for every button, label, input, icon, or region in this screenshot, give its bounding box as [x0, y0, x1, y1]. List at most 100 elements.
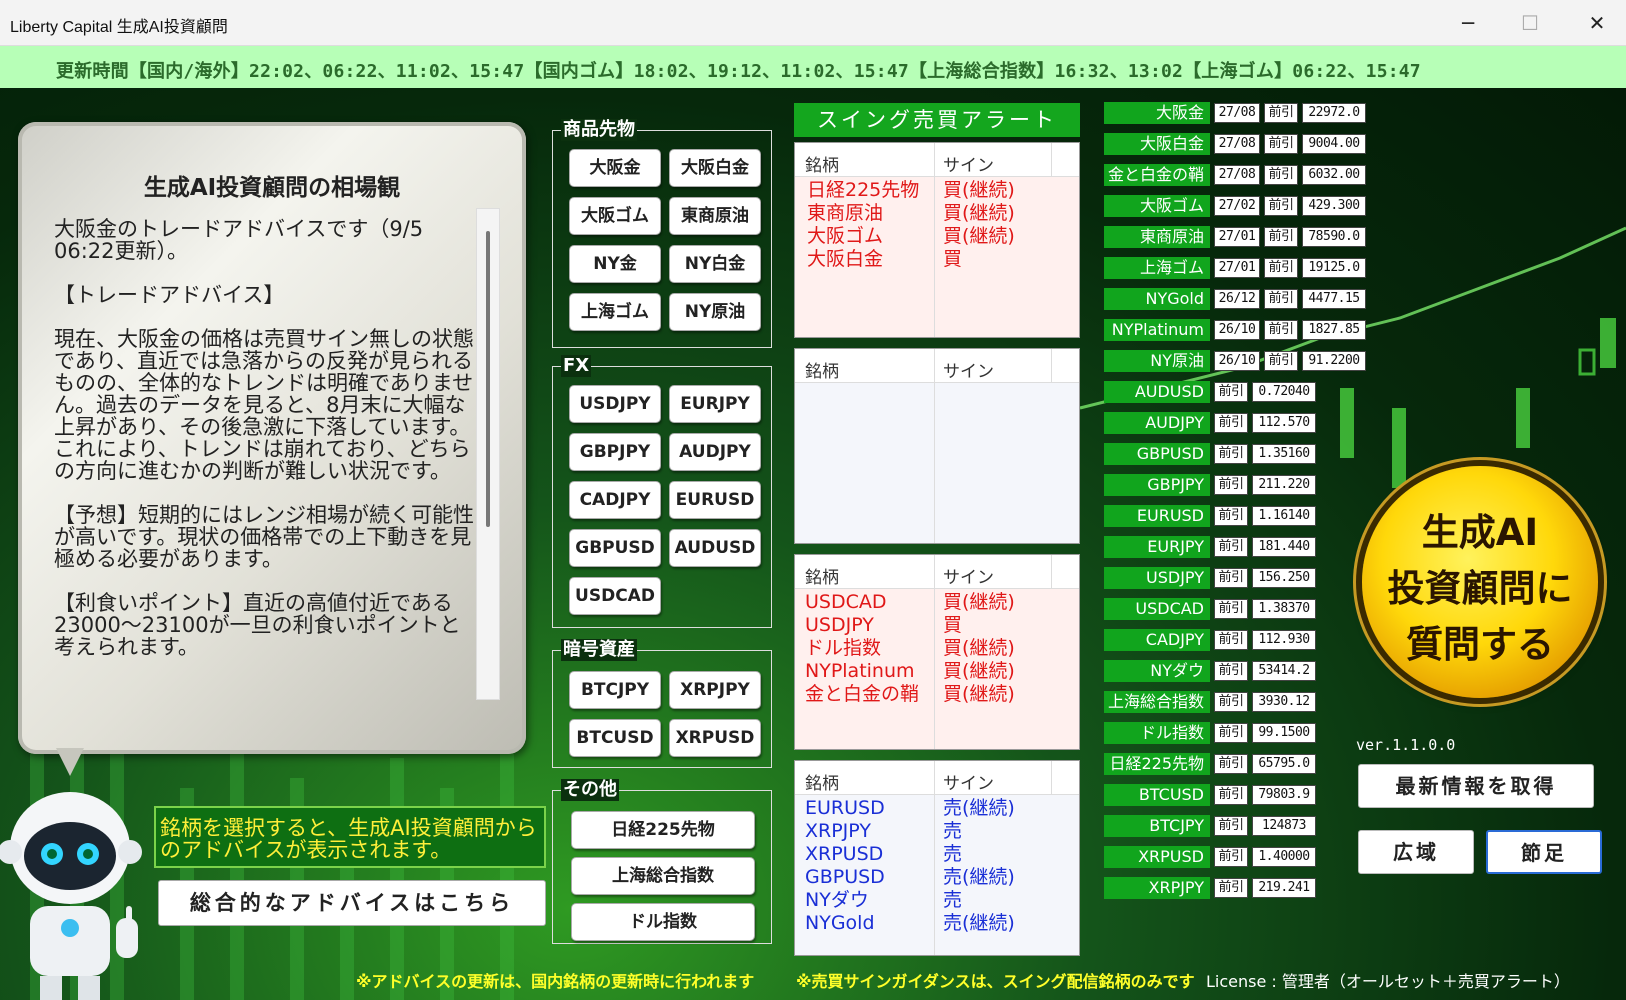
quote-name: NY原油	[1104, 350, 1210, 372]
quote-label: 前引	[1214, 816, 1248, 836]
btn-eurjpy[interactable]: EURJPY	[669, 385, 761, 423]
alert-row-name: 日経225先物	[807, 179, 920, 201]
quote-name: BTCJPY	[1104, 815, 1210, 837]
quote-value: 9004.00	[1302, 134, 1366, 154]
advice-scrollbar[interactable]	[476, 208, 500, 700]
btn-xrpusd[interactable]: XRPUSD	[669, 719, 761, 757]
btn-ny-platinum[interactable]: NY白金	[669, 245, 761, 283]
quote-value: 65795.0	[1252, 754, 1316, 774]
quote-value: 1.16140	[1252, 506, 1316, 526]
alert-row[interactable]: GBPUSD 売(継続)	[795, 866, 1079, 889]
btn-eurusd[interactable]: EURUSD	[669, 481, 761, 519]
btn-gbpusd[interactable]: GBPUSD	[569, 529, 661, 567]
alert-row[interactable]: 日経225先物 買(継続)	[795, 179, 1079, 202]
btn-usdcad[interactable]: USDCAD	[569, 577, 661, 615]
footer-note-signal: ※売買サインガイダンスは、スイング配信銘柄のみです	[796, 972, 1195, 991]
advice-bubble: 生成AI投資顧問の相場観 大阪金のトレードアドバイスです（9/5 06:22更新…	[18, 122, 526, 754]
quote-value: 112.930	[1252, 630, 1316, 650]
quote-month: 27/01	[1214, 227, 1260, 247]
btn-shanghai-composite[interactable]: 上海総合指数	[571, 857, 755, 895]
btn-shanghai-rubber[interactable]: 上海ゴム	[569, 293, 661, 331]
overall-advice-button[interactable]: 総合的なアドバイスはこちら	[158, 880, 546, 926]
quote-value: 6032.00	[1302, 165, 1366, 185]
btn-xrpjpy[interactable]: XRPJPY	[669, 671, 761, 709]
col-header-sign: サイン	[943, 568, 994, 588]
group-other: その他 日経225先物 上海総合指数 ドル指数	[552, 779, 772, 944]
btn-ny-crude[interactable]: NY原油	[669, 293, 761, 331]
btn-osaka-gold[interactable]: 大阪金	[569, 149, 661, 187]
alert-row[interactable]: NYPlatinum 買(継続)	[795, 660, 1079, 683]
minimize-button[interactable]: ─	[1448, 8, 1488, 38]
advice-scroll-thumb[interactable]	[486, 231, 490, 527]
quote-name: 東商原油	[1104, 226, 1210, 248]
alert-panel-2: 銘柄 サイン	[794, 348, 1080, 544]
alert-row[interactable]: 大阪ゴム 買(継続)	[795, 225, 1079, 248]
btn-ny-gold[interactable]: NY金	[569, 245, 661, 283]
fetch-latest-button[interactable]: 最新情報を取得	[1358, 764, 1594, 808]
alert-row[interactable]: EURUSD 売(継続)	[795, 797, 1079, 820]
version-label: ver.1.1.0.0	[1356, 736, 1456, 754]
btn-tosho-crude[interactable]: 東商原油	[669, 197, 761, 235]
alert-row[interactable]: USDCAD 買(継続)	[795, 591, 1079, 614]
sekiashi-button[interactable]: 節足	[1486, 830, 1602, 874]
alert-row-sign: 売(継続)	[943, 797, 1015, 819]
quote-label: 前引	[1264, 351, 1298, 371]
alert-row[interactable]: XRPUSD 売	[795, 843, 1079, 866]
advice-title: 生成AI投資顧問の相場観	[143, 175, 401, 201]
alert-row[interactable]: 東商原油 買(継続)	[795, 202, 1079, 225]
alert-row[interactable]: USDJPY 買	[795, 614, 1079, 637]
alert-row-sign: 売	[943, 843, 963, 865]
quote-name: 上海ゴム	[1104, 257, 1210, 279]
col-header-sign: サイン	[943, 362, 994, 382]
quote-name: BTCUSD	[1104, 784, 1210, 806]
alert-row-sign: 買	[943, 614, 963, 636]
wide-area-button[interactable]: 広域	[1358, 830, 1474, 874]
btn-audjpy[interactable]: AUDJPY	[669, 433, 761, 471]
quote-name: 大阪白金	[1104, 133, 1210, 155]
group-label-other: その他	[561, 779, 619, 801]
col-header-sign: サイン	[943, 156, 994, 176]
alert-row-sign: 買(継続)	[943, 637, 1015, 659]
btn-btcjpy[interactable]: BTCJPY	[569, 671, 661, 709]
ask-ai-advisor-button[interactable]: 生成AI 投資顧問に 質問する	[1362, 466, 1598, 698]
alert-row-sign: 買	[943, 248, 963, 270]
quote-label: 前引	[1214, 506, 1248, 526]
quote-name: USDCAD	[1104, 598, 1210, 620]
alert-row[interactable]: NYダウ 売	[795, 889, 1079, 912]
alert-row[interactable]: ドル指数 買(継続)	[795, 637, 1079, 660]
quote-value: 1827.85	[1302, 320, 1366, 340]
quote-value: 78590.0	[1302, 227, 1366, 247]
quote-value: 429.300	[1302, 196, 1366, 216]
alert-panel-4: 銘柄 サイン EURUSD 売(継続) XRPJPY 売 XRPUSD 売 GBPUS…	[794, 760, 1080, 956]
alert-row[interactable]: 金と白金の鞘 買(継続)	[795, 683, 1079, 706]
quote-label: 前引	[1264, 258, 1298, 278]
swing-alert-title: スイング売買アラート	[794, 103, 1080, 137]
quote-month: 26/10	[1214, 351, 1260, 371]
btn-dollar-index[interactable]: ドル指数	[571, 903, 755, 941]
btn-gbpjpy[interactable]: GBPJPY	[569, 433, 661, 471]
quote-value: 0.72040	[1252, 382, 1316, 402]
btn-btcusd[interactable]: BTCUSD	[569, 719, 661, 757]
btn-osaka-platinum[interactable]: 大阪白金	[669, 149, 761, 187]
footer-note-advice: ※アドバイスの更新は、国内銘柄の更新時に行われます	[356, 972, 755, 991]
btn-nikkei225[interactable]: 日経225先物	[571, 811, 755, 849]
quote-name: GBPUSD	[1104, 443, 1210, 465]
quote-label: 前引	[1264, 320, 1298, 340]
maximize-button[interactable]: ☐	[1510, 8, 1550, 38]
alert-row[interactable]: 大阪白金 買	[795, 248, 1079, 271]
quote-name: AUDJPY	[1104, 412, 1210, 434]
alert-row-name: 大阪ゴム	[807, 225, 884, 247]
quote-name: GBPJPY	[1104, 474, 1210, 496]
close-button[interactable]: ✕	[1577, 8, 1617, 38]
btn-osaka-rubber[interactable]: 大阪ゴム	[569, 197, 661, 235]
alert-row-sign: 買(継続)	[943, 591, 1015, 613]
btn-cadjpy[interactable]: CADJPY	[569, 481, 661, 519]
alert-row[interactable]: NYGold 売(継続)	[795, 912, 1079, 935]
quote-label: 前引	[1214, 847, 1248, 867]
quote-value: 219.241	[1252, 878, 1316, 898]
btn-audusd[interactable]: AUDUSD	[669, 529, 761, 567]
alert-row-sign: 買(継続)	[943, 225, 1015, 247]
btn-usdjpy[interactable]: USDJPY	[569, 385, 661, 423]
quote-value: 124873	[1252, 816, 1316, 836]
alert-row[interactable]: XRPJPY 売	[795, 820, 1079, 843]
